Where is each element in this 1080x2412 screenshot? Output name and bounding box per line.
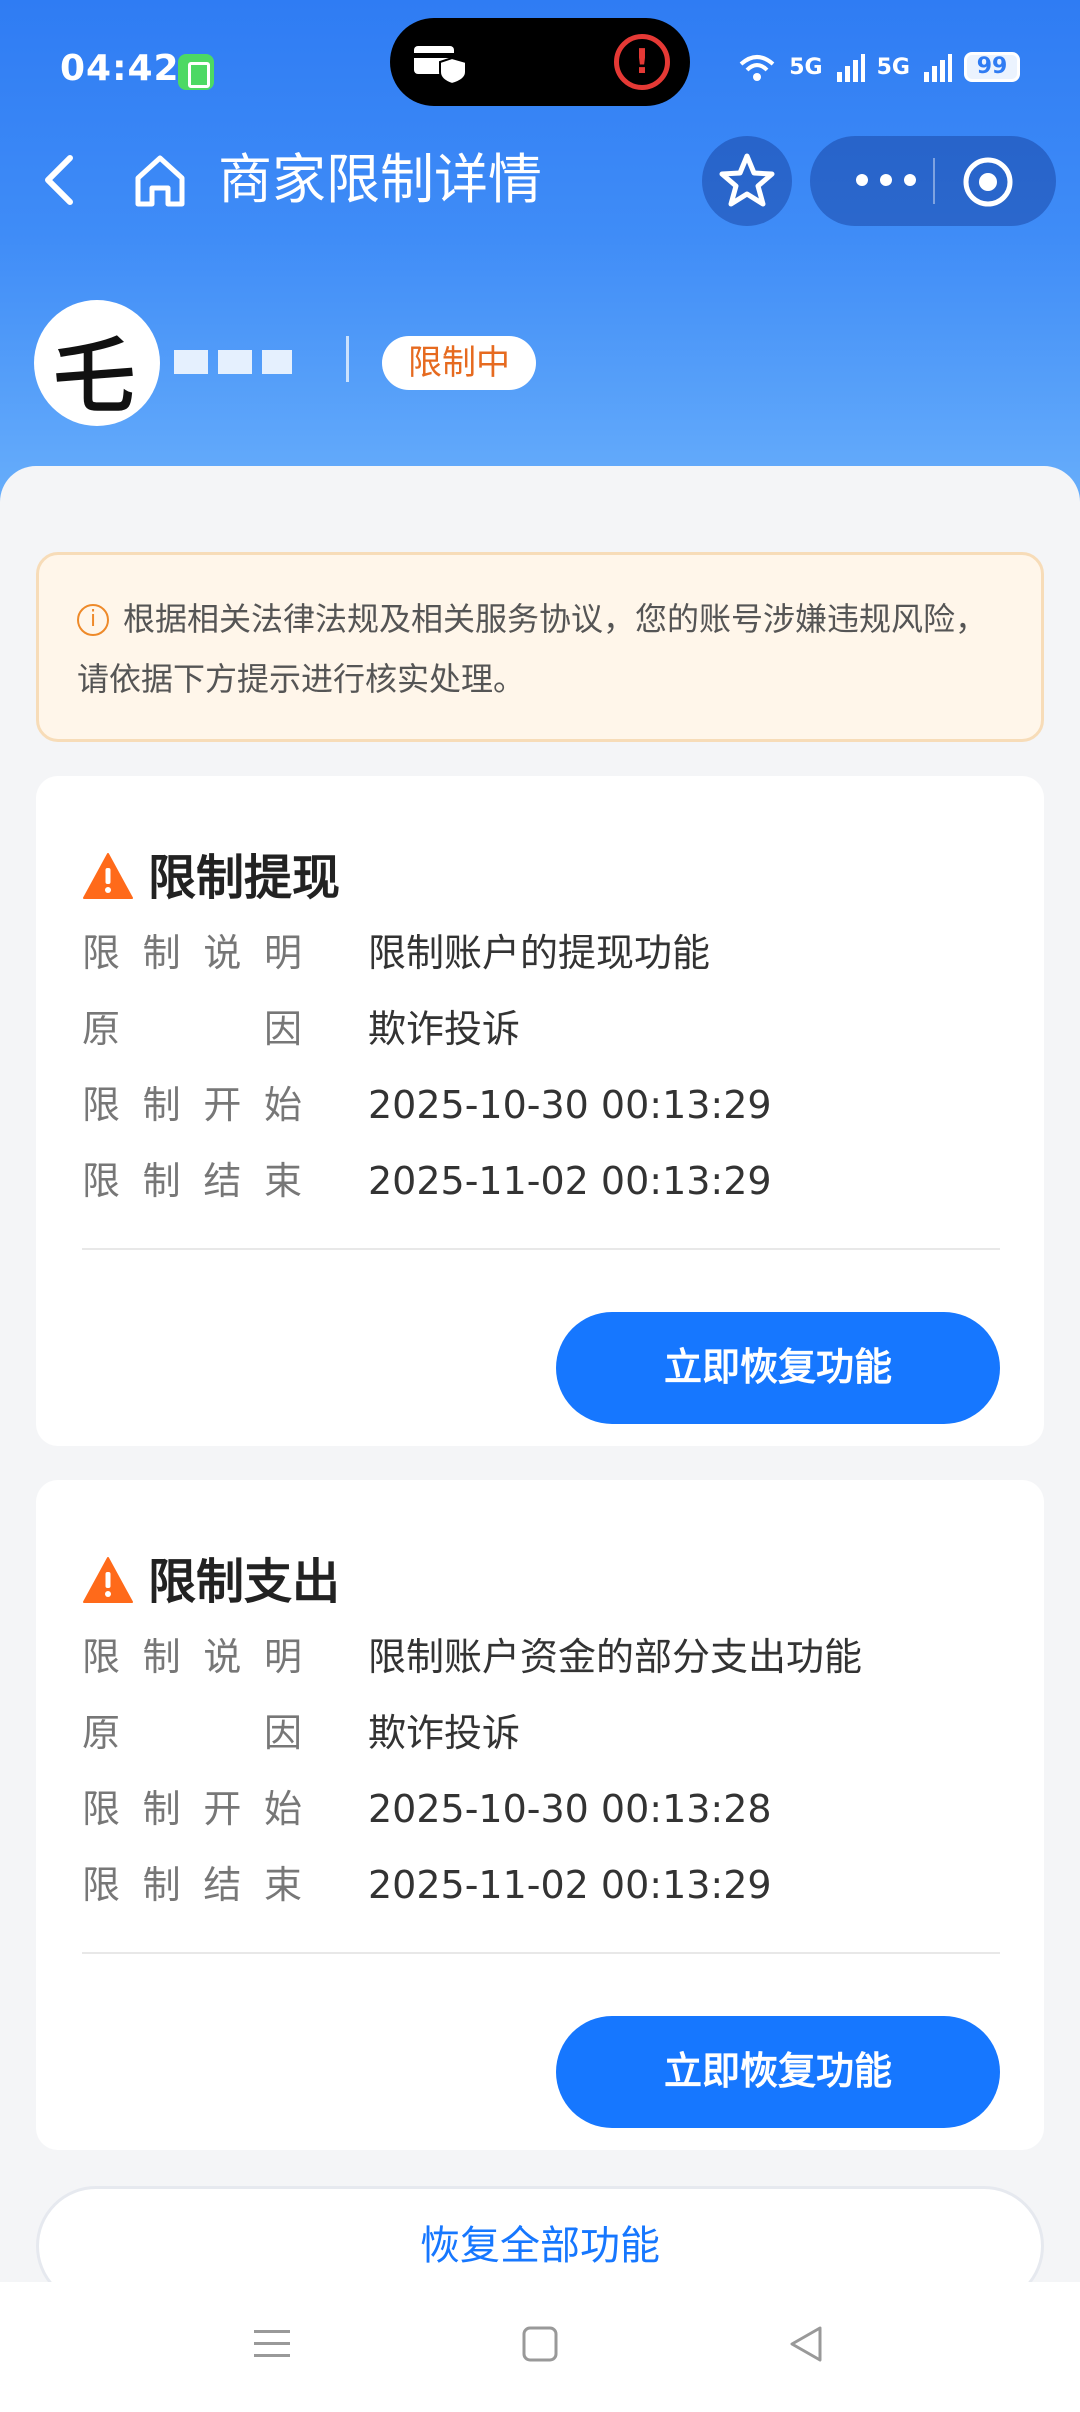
label-reason: 原因 <box>82 1711 302 1755</box>
label-description: 限制说明 <box>82 1635 302 1679</box>
card-title: 限制提现 <box>148 850 341 906</box>
notice-text: 根据相关法律法规及相关服务协议，您的账号涉嫌违规风险，请依据下方提示进行核实处理… <box>77 600 988 698</box>
menu-icon[interactable] <box>250 2324 294 2364</box>
merchant-info: 乇 限制中 <box>34 300 1034 430</box>
label-start: 限制开始 <box>82 1083 302 1127</box>
divider <box>82 1248 1000 1250</box>
merchant-name-redacted <box>174 350 344 378</box>
dynamic-island: ! <box>390 18 690 106</box>
value-reason: 欺诈投诉 <box>368 1711 521 1755</box>
battery-indicator: 99 <box>964 52 1020 82</box>
label-description: 限制说明 <box>82 931 302 975</box>
mini-program-capsule <box>810 136 1056 226</box>
status-badge: 限制中 <box>382 336 536 390</box>
label-start: 限制开始 <box>82 1787 302 1831</box>
signal-icon <box>924 54 952 82</box>
value-description: 限制账户资金的部分支出功能 <box>368 1635 863 1679</box>
content-sheet: i 根据相关法律法规及相关服务协议，您的账号涉嫌违规风险，请依据下方提示进行核实处… <box>0 466 1080 2412</box>
divider <box>82 1952 1000 1954</box>
label-end: 限制结束 <box>82 1863 302 1907</box>
card-title: 限制支出 <box>148 1554 341 1610</box>
restriction-card: 限制提现 限制说明 限制账户的提现功能 原因 欺诈投诉 限制开始 2025-10… <box>36 776 1044 1446</box>
risk-notice: i 根据相关法律法规及相关服务协议，您的账号涉嫌违规风险，请依据下方提示进行核实处… <box>36 552 1044 742</box>
card-shield-icon <box>414 46 467 84</box>
status-time: 04:42 <box>60 48 180 89</box>
divider <box>346 336 349 382</box>
home-square-icon[interactable] <box>520 2324 560 2364</box>
close-capsule-icon[interactable] <box>960 154 1016 210</box>
favorite-button[interactable] <box>702 136 792 226</box>
warning-icon <box>83 853 133 899</box>
value-end: 2025-11-02 00:13:29 <box>368 1863 772 1907</box>
capsule-divider <box>933 158 935 204</box>
status-bar: 04:42 ! 5G 5G 99 <box>0 0 1080 140</box>
value-end: 2025-11-02 00:13:29 <box>368 1159 772 1203</box>
app-notification-icon <box>178 54 214 90</box>
signal-label-2: 5G <box>876 54 910 80</box>
alert-icon: ! <box>614 34 670 90</box>
label-end: 限制结束 <box>82 1159 302 1203</box>
value-start: 2025-10-30 00:13:28 <box>368 1787 772 1831</box>
warning-icon <box>83 1557 133 1603</box>
value-start: 2025-10-30 00:13:29 <box>368 1083 772 1127</box>
system-navigation-bar <box>0 2282 1080 2412</box>
restriction-card: 限制支出 限制说明 限制账户资金的部分支出功能 原因 欺诈投诉 限制开始 202… <box>36 1480 1044 2150</box>
back-triangle-icon[interactable] <box>786 2322 826 2366</box>
signal-icon <box>836 54 865 82</box>
restore-function-button[interactable]: 立即恢复功能 <box>556 1312 1000 1424</box>
home-icon[interactable] <box>128 148 192 212</box>
info-icon: i <box>77 604 109 636</box>
value-description: 限制账户的提现功能 <box>368 931 711 975</box>
status-indicators: 5G 5G 99 <box>737 52 1020 82</box>
back-icon[interactable] <box>30 148 90 212</box>
star-icon <box>719 153 775 207</box>
more-icon[interactable] <box>846 160 926 200</box>
page-title: 商家限制详情 <box>218 148 542 211</box>
avatar-logo: 乇 <box>54 330 134 423</box>
signal-label-1: 5G <box>789 54 823 80</box>
top-navigation: 商家限制详情 <box>0 130 1080 230</box>
label-reason: 原因 <box>82 1007 302 1051</box>
value-reason: 欺诈投诉 <box>368 1007 521 1051</box>
avatar: 乇 <box>34 300 160 426</box>
restore-function-button[interactable]: 立即恢复功能 <box>556 2016 1000 2128</box>
wifi-icon <box>739 55 775 81</box>
